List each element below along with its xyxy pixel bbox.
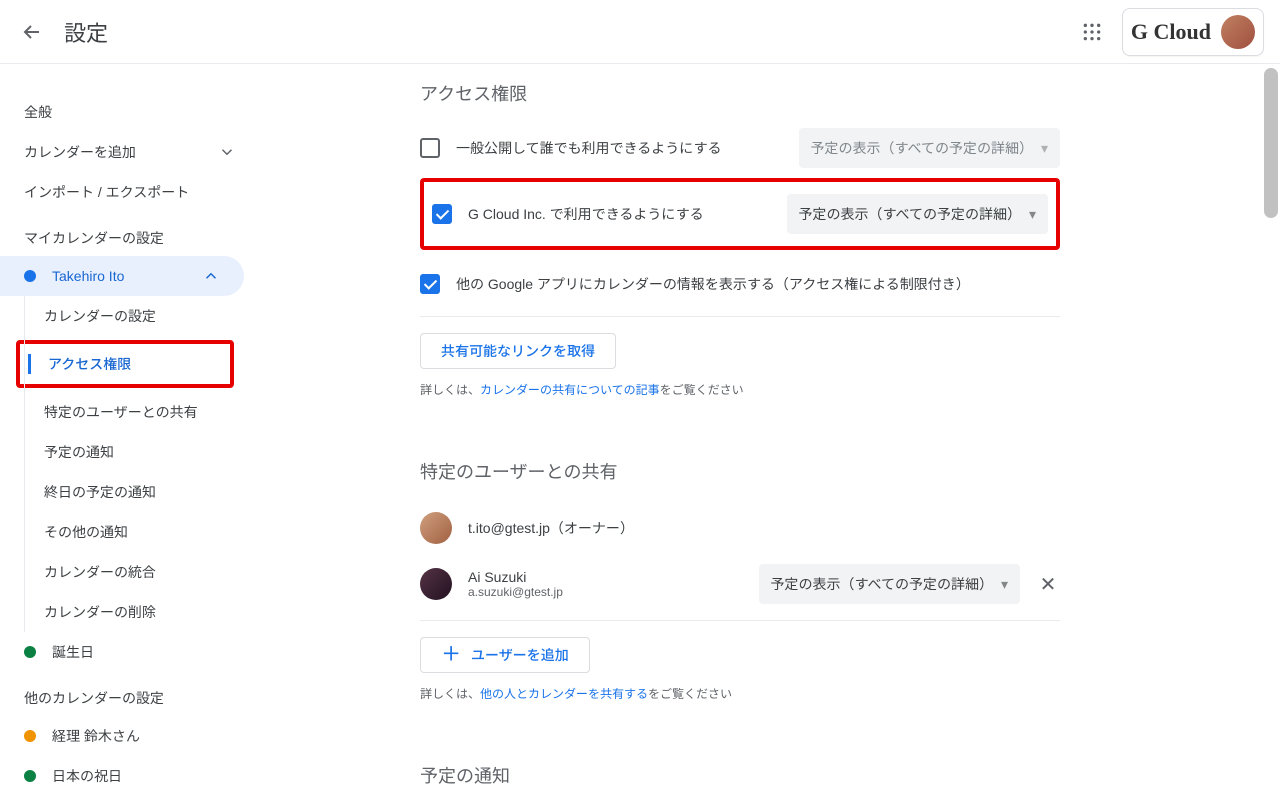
avatar — [420, 568, 452, 600]
apps-launcher-button[interactable] — [1068, 8, 1116, 56]
highlight-annotation-sidebar: アクセス権限 — [16, 340, 234, 388]
row-public: 一般公開して誰でも利用できるようにする 予定の表示（すべての予定の詳細） ▾ — [420, 122, 1060, 174]
section-share-heading: 特定のユーザーとの共有 — [420, 446, 1060, 484]
dropdown-icon: ▾ — [1041, 140, 1048, 157]
remove-user-button[interactable]: ✕ — [1036, 572, 1060, 596]
share-help-text: 詳しくは、他の人とカレンダーを共有するをご覧ください — [420, 685, 1060, 702]
scrollbar[interactable] — [1264, 68, 1278, 796]
get-shareable-link-button[interactable]: 共有可能なリンクを取得 — [420, 333, 616, 369]
section-access-heading: アクセス権限 — [420, 68, 1060, 106]
calendar-color-dot — [24, 770, 36, 782]
row-org: G Cloud Inc. で利用できるようにする 予定の表示（すべての予定の詳細… — [432, 190, 1048, 238]
calendar-color-dot — [24, 646, 36, 658]
share-help-link[interactable]: 他の人とカレンダーを共有する — [480, 687, 648, 701]
share-user-owner: t.ito@gtest.jp（オーナー） — [420, 500, 1060, 556]
sidebar-sub-event-notify[interactable]: 予定の通知 — [0, 432, 244, 472]
chevron-up-icon — [202, 267, 220, 285]
select-org-visibility[interactable]: 予定の表示（すべての予定の詳細） ▾ — [787, 194, 1049, 234]
sidebar-sub-share-specific[interactable]: 特定のユーザーとの共有 — [0, 392, 244, 432]
sidebar-sub-calendar-settings[interactable]: カレンダーの設定 — [0, 296, 244, 336]
row-public-label: 一般公開して誰でも利用できるようにする — [456, 138, 783, 158]
access-help-text: 詳しくは、カレンダーの共有についての記事をご覧ください — [420, 381, 1060, 398]
dropdown-icon: ▾ — [1001, 576, 1008, 593]
sidebar: 全般 カレンダーを追加 インポート / エクスポート マイカレンダーの設定 Ta… — [0, 64, 260, 800]
nav-add-calendar[interactable]: カレンダーを追加 — [0, 132, 260, 172]
header: 設定 G Cloud — [0, 0, 1280, 64]
calendar-color-dot — [24, 730, 36, 742]
share-user-name: Ai Suzuki — [468, 569, 743, 585]
account-chip[interactable]: G Cloud — [1122, 8, 1264, 56]
chevron-down-icon — [218, 143, 236, 161]
divider — [420, 620, 1060, 621]
select-share-user2-permission[interactable]: 予定の表示（すべての予定の詳細） ▾ — [759, 564, 1021, 604]
divider — [420, 316, 1060, 317]
sidebar-sub-allday-notify[interactable]: 終日の予定の通知 — [0, 472, 244, 512]
row-org-label: G Cloud Inc. で利用できるようにする — [468, 204, 771, 224]
dropdown-icon: ▾ — [1029, 206, 1036, 223]
account-label: G Cloud — [1131, 19, 1211, 45]
avatar — [420, 512, 452, 544]
sidebar-sub-other-notify[interactable]: その他の通知 — [0, 512, 244, 552]
sidebar-sub-integrate[interactable]: カレンダーの統合 — [0, 552, 244, 592]
row-other-apps-label: 他の Google アプリにカレンダーの情報を表示する（アクセス権による制限付き… — [456, 274, 1060, 294]
sidebar-sublist: カレンダーの設定 アクセス権限 特定のユーザーとの共有 予定の通知 終日の予定の… — [0, 296, 260, 632]
sidebar-calendar-primary[interactable]: Takehiro Ito — [0, 256, 244, 296]
section-event-notify: 予定の通知 このカレンダー上の予定に関する通知が届きます。 これらの通知をオプト… — [420, 750, 1060, 800]
content: アクセス権限 一般公開して誰でも利用できるようにする 予定の表示（すべての予定の… — [260, 64, 1280, 800]
row-other-apps: 他の Google アプリにカレンダーの情報を表示する（アクセス権による制限付き… — [420, 260, 1060, 308]
other-calendars-heading: 他のカレンダーの設定 — [0, 672, 260, 716]
owner-email: t.ito@gtest.jp（オーナー） — [468, 518, 1060, 538]
section-notify-heading: 予定の通知 — [420, 750, 1060, 788]
section-share-specific: 特定のユーザーとの共有 t.ito@gtest.jp（オーナー） Ai Suzu… — [420, 446, 1060, 702]
nav-general[interactable]: 全般 — [0, 92, 260, 132]
sidebar-sub-delete[interactable]: カレンダーの削除 — [0, 592, 244, 632]
sidebar-calendar-other-1[interactable]: 経理 鈴木さん — [0, 716, 244, 756]
checkbox-public[interactable] — [420, 138, 440, 158]
checkbox-org[interactable] — [432, 204, 452, 224]
share-user-email: a.suzuki@gtest.jp — [468, 585, 743, 599]
access-help-link[interactable]: カレンダーの共有についての記事 — [480, 383, 660, 397]
back-button[interactable] — [8, 8, 56, 56]
calendar-color-dot — [24, 270, 36, 282]
sidebar-calendar-birthday[interactable]: 誕生日 — [0, 632, 244, 672]
share-user-2: Ai Suzuki a.suzuki@gtest.jp 予定の表示（すべての予定… — [420, 556, 1060, 612]
avatar — [1221, 15, 1255, 49]
nav-import-export[interactable]: インポート / エクスポート — [0, 172, 260, 212]
sidebar-calendar-other-2[interactable]: 日本の祝日 — [0, 756, 244, 796]
sidebar-sub-access[interactable]: アクセス権限 — [20, 344, 230, 384]
highlight-annotation-org: G Cloud Inc. で利用できるようにする 予定の表示（すべての予定の詳細… — [420, 178, 1060, 250]
scrollbar-thumb[interactable] — [1264, 68, 1278, 218]
add-user-button[interactable]: ＋ ユーザーを追加 — [420, 637, 590, 673]
select-public-visibility: 予定の表示（すべての予定の詳細） ▾ — [799, 128, 1061, 168]
checkbox-other-apps[interactable] — [420, 274, 440, 294]
section-access: アクセス権限 一般公開して誰でも利用できるようにする 予定の表示（すべての予定の… — [420, 68, 1060, 398]
my-calendars-heading: マイカレンダーの設定 — [0, 212, 260, 256]
page-title: 設定 — [64, 16, 108, 48]
